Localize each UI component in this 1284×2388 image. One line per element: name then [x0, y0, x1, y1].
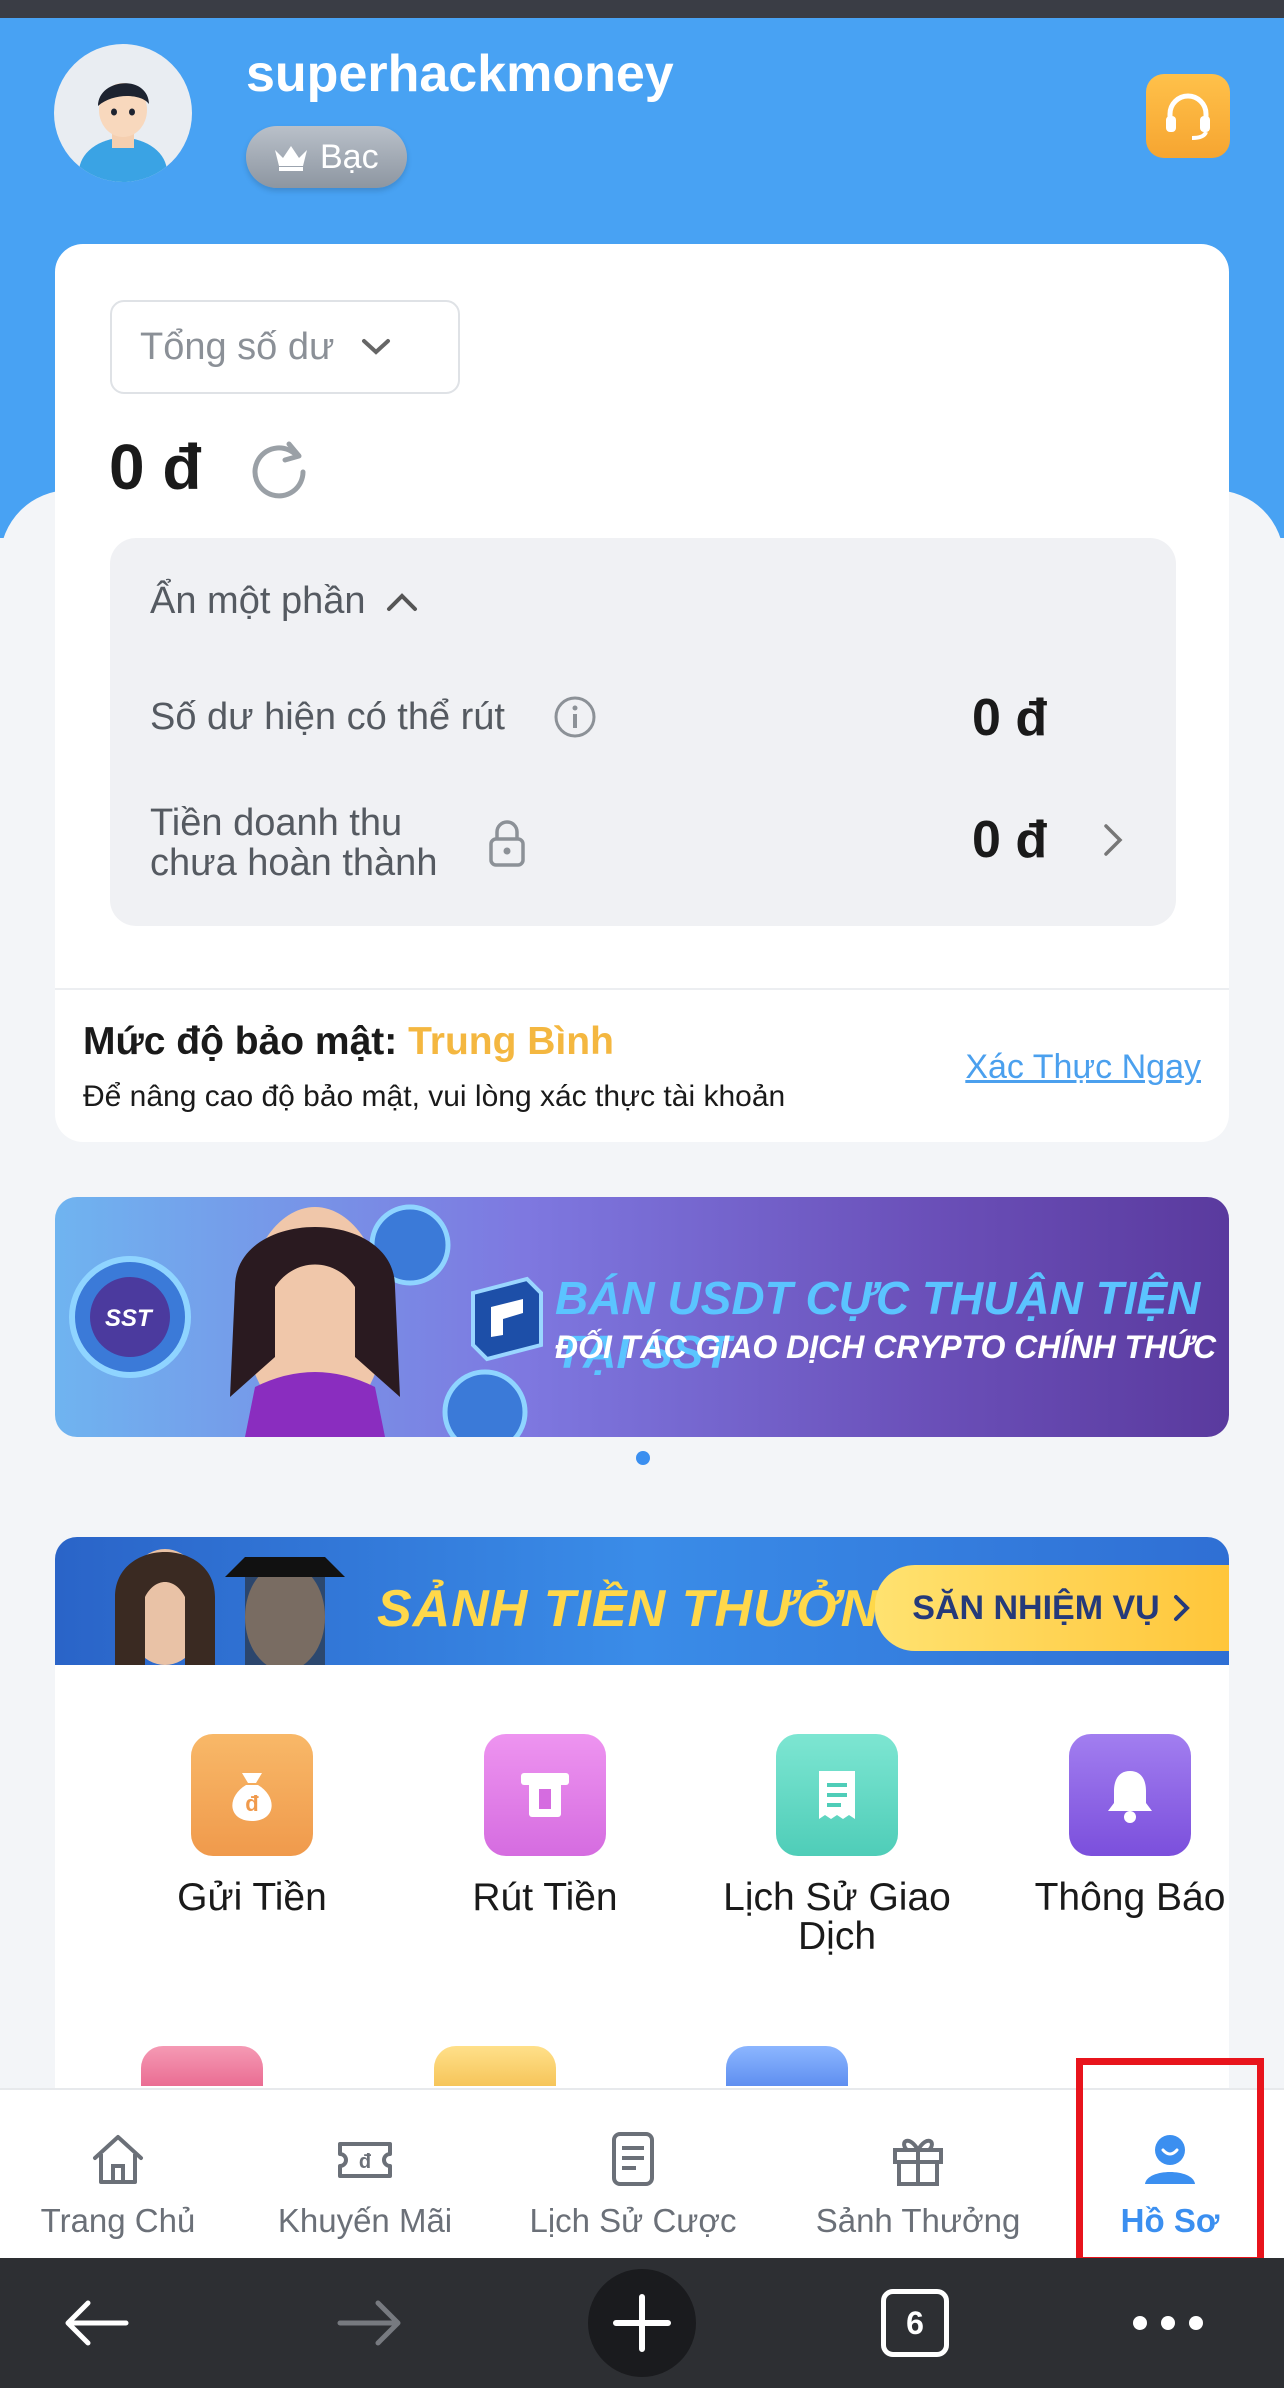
security-subtitle: Để nâng cao độ bảo mật, vui lòng xác thự…: [83, 1080, 786, 1113]
partial-grid-icon[interactable]: [141, 2046, 263, 2086]
customer-support-button[interactable]: [1146, 74, 1230, 158]
avatar[interactable]: [54, 44, 192, 182]
notifications-button[interactable]: Thông Báo: [985, 1734, 1229, 1917]
headset-icon: [1166, 93, 1210, 140]
more-menu-button[interactable]: [1118, 2258, 1218, 2388]
security-title-label: Mức độ bảo mật:: [83, 1020, 398, 1063]
banner-coin-badge: SST: [105, 1305, 152, 1332]
hunt-mission-button[interactable]: SĂN NHIỆM VỤ: [875, 1565, 1229, 1651]
reward-hall-card: SẢNH TIỀN THƯỞNG SĂN NHIỆM VỤ đ Gửi Tiền: [55, 1537, 1229, 2097]
tabs-count-button[interactable]: 6: [870, 2258, 960, 2388]
banner-subtitle: ĐỐI TÁC GIAO DỊCH CRYPTO CHÍNH THỨC: [555, 1329, 1217, 1365]
tab-home[interactable]: Trang Chủ: [18, 2090, 218, 2260]
partial-grid-icon[interactable]: [726, 2046, 848, 2086]
bell-icon: [1069, 1734, 1191, 1856]
security-section: Mức độ bảo mật: Trung Bình Để nâng cao đ…: [55, 988, 1229, 1142]
pending-value: 0 đ: [972, 811, 1048, 869]
deposit-button[interactable]: đ Gửi Tiền: [107, 1734, 397, 1917]
chevron-right-icon[interactable]: [1100, 820, 1126, 860]
transaction-history-icon: [776, 1734, 898, 1856]
arrow-right-icon: [337, 2300, 401, 2346]
withdrawable-label: Số dư hiện có thể rút: [150, 696, 505, 738]
notification-bell-icon: [1108, 1771, 1152, 1823]
atm-icon: [521, 1773, 569, 1817]
tab-count: 6: [906, 2304, 924, 2341]
gift-icon: [893, 2138, 943, 2186]
chevron-down-icon: [362, 339, 391, 355]
security-level: Trung Bình: [408, 1020, 614, 1063]
carousel-indicator[interactable]: [636, 1451, 650, 1465]
more-dots-icon: [1133, 2316, 1203, 2330]
receipt-icon: [819, 1771, 855, 1819]
tab-home-label: Trang Chủ: [40, 2202, 196, 2239]
status-strip: [0, 0, 1284, 18]
balance-type-dropdown[interactable]: Tổng số dư: [110, 300, 460, 394]
svg-text:đ: đ: [359, 2151, 372, 2173]
pending-label-line2: chưa hoàn thành: [150, 841, 438, 884]
withdrawable-value: 0 đ: [972, 689, 1048, 747]
money-bag-icon: đ: [232, 1773, 272, 1821]
svg-text:đ: đ: [245, 1791, 259, 1816]
browser-toolbar: 6: [0, 2258, 1284, 2388]
reward-hall-banner[interactable]: SẢNH TIỀN THƯỞNG SĂN NHIỆM VỤ: [55, 1537, 1229, 1665]
withdraw-button[interactable]: Rút Tiền: [400, 1734, 690, 1917]
deposit-label: Gửi Tiền: [177, 1876, 327, 1919]
notifications-label: Thông Báo: [1034, 1876, 1226, 1919]
chevron-up-icon: [387, 592, 418, 611]
rank-badge: Bạc: [246, 126, 407, 188]
lock-icon: [489, 820, 525, 867]
tab-bet-history-label: Lịch Sử Cược: [529, 2202, 737, 2239]
hunt-mission-label: SĂN NHIỆM VỤ: [912, 1588, 1160, 1627]
tabs-icon: 6: [881, 2289, 949, 2357]
refresh-icon[interactable]: [247, 436, 311, 500]
pending-label-line1: Tiền doanh thu: [150, 802, 403, 844]
username: superhackmoney: [246, 45, 674, 103]
transaction-history-button[interactable]: Lịch Sử Giao Dịch: [692, 1734, 982, 1956]
balance-card: Tổng số dư 0 đ Ẩn một phần Số dư hiện có…: [55, 244, 1229, 1142]
collapse-label: Ẩn một phần: [150, 580, 366, 622]
total-balance: 0 đ: [109, 431, 202, 503]
user-avatar-icon: [79, 83, 167, 182]
tab-promotions[interactable]: đ Khuyến Mãi: [260, 2090, 470, 2260]
sst-logo-icon: [471, 1276, 543, 1362]
crown-icon: [275, 146, 307, 171]
highlight-annotation: [1076, 2058, 1264, 2264]
reward-hall-title: SẢNH TIỀN THƯỞNG: [377, 1580, 921, 1638]
promotion-icon: đ: [338, 2142, 392, 2178]
deposit-icon: đ: [191, 1734, 313, 1856]
withdraw-label: Rút Tiền: [472, 1876, 618, 1919]
promo-banner[interactable]: SST BÁN USDT CỰC THUẬN TIỆN TẠI SST ĐỐI …: [55, 1197, 1229, 1437]
arrow-left-icon: [65, 2300, 129, 2346]
rank-label: Bạc: [320, 137, 379, 176]
reward-banner-artwork: [115, 1549, 345, 1665]
back-button[interactable]: [40, 2258, 150, 2388]
home-icon: [93, 2135, 143, 2184]
balance-details: Ẩn một phần Số dư hiện có thể rút 0 đ Ti…: [110, 538, 1176, 926]
chevron-right-icon: [1173, 1595, 1190, 1621]
tab-bet-history[interactable]: Lịch Sử Cược: [518, 2090, 748, 2260]
tab-reward-hall-label: Sảnh Thưởng: [815, 2202, 1021, 2239]
bet-history-icon: [612, 2132, 654, 2186]
tab-reward-hall[interactable]: Sảnh Thưởng: [800, 2090, 1036, 2260]
tab-promotions-label: Khuyến Mãi: [277, 2202, 453, 2239]
pending-label: Tiền doanh thu chưa hoàn thành: [150, 802, 438, 884]
partial-grid-icon[interactable]: [434, 2046, 556, 2086]
withdraw-icon: [484, 1734, 606, 1856]
collapse-toggle[interactable]: Ẩn một phần: [150, 580, 419, 623]
balance-type-label: Tổng số dư: [140, 325, 335, 368]
security-title: Mức độ bảo mật: Trung Bình: [83, 1020, 614, 1064]
plus-icon: [588, 2269, 696, 2377]
verify-now-link[interactable]: Xác Thực Ngay: [965, 1048, 1201, 1087]
transaction-history-label: Lịch Sử Giao Dịch: [723, 1876, 951, 1958]
new-tab-button[interactable]: [586, 2258, 698, 2388]
forward-button[interactable]: [316, 2258, 426, 2388]
info-icon[interactable]: [552, 694, 598, 740]
